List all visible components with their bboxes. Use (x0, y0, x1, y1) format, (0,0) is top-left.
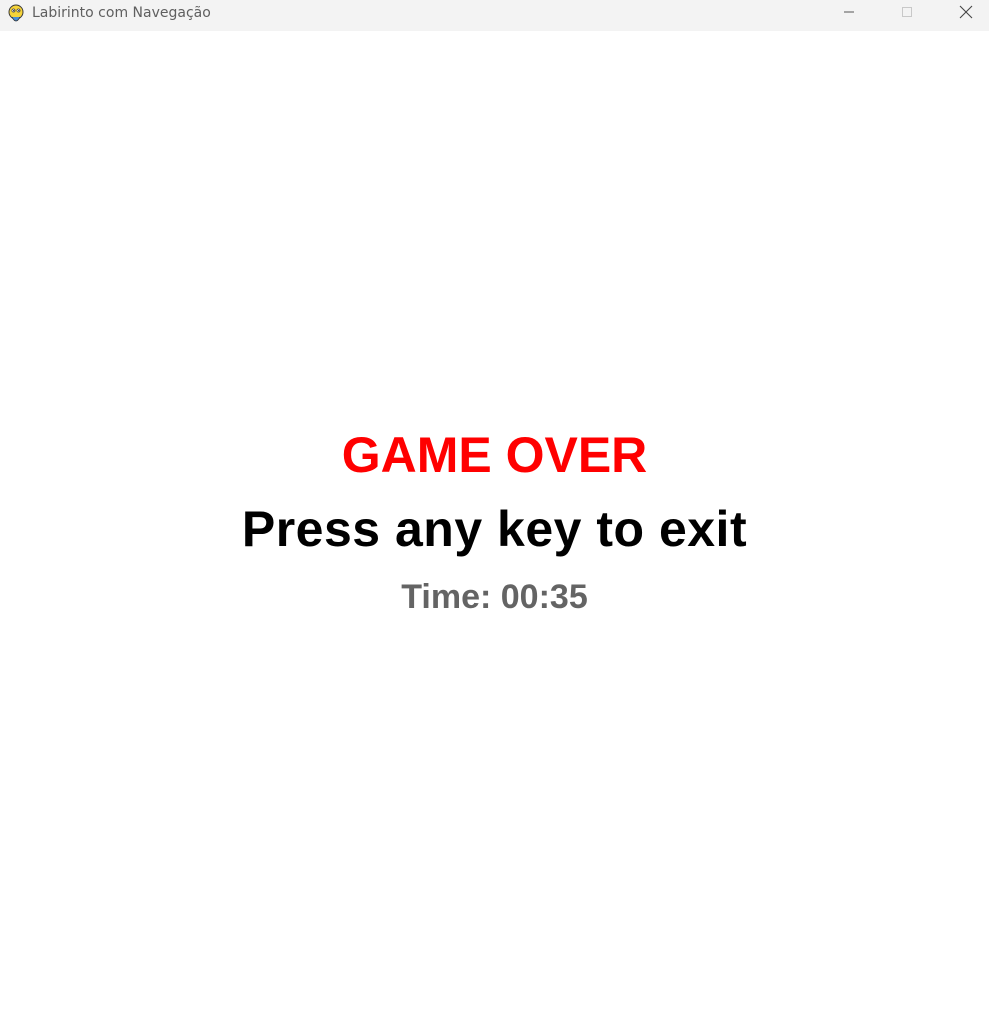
close-icon (959, 5, 973, 24)
window-title: Labirinto com Navegação (32, 5, 211, 21)
title-bar[interactable]: Labirinto com Navegação (0, 0, 989, 31)
pygame-snake-icon (7, 4, 25, 24)
minimize-icon (843, 5, 855, 23)
elapsed-time: Time: 00:35 (401, 578, 588, 616)
maximize-icon (901, 5, 913, 23)
game-canvas[interactable]: GAME OVER Press any key to exit Time: 00… (0, 31, 989, 1025)
game-window: Labirinto com Navegação GAME OVER Press … (0, 0, 989, 1025)
game-over-title: GAME OVER (341, 427, 648, 483)
minimize-button[interactable] (826, 0, 872, 28)
exit-prompt: Press any key to exit (241, 501, 748, 557)
close-button[interactable] (943, 0, 989, 28)
maximize-button[interactable] (884, 0, 930, 28)
